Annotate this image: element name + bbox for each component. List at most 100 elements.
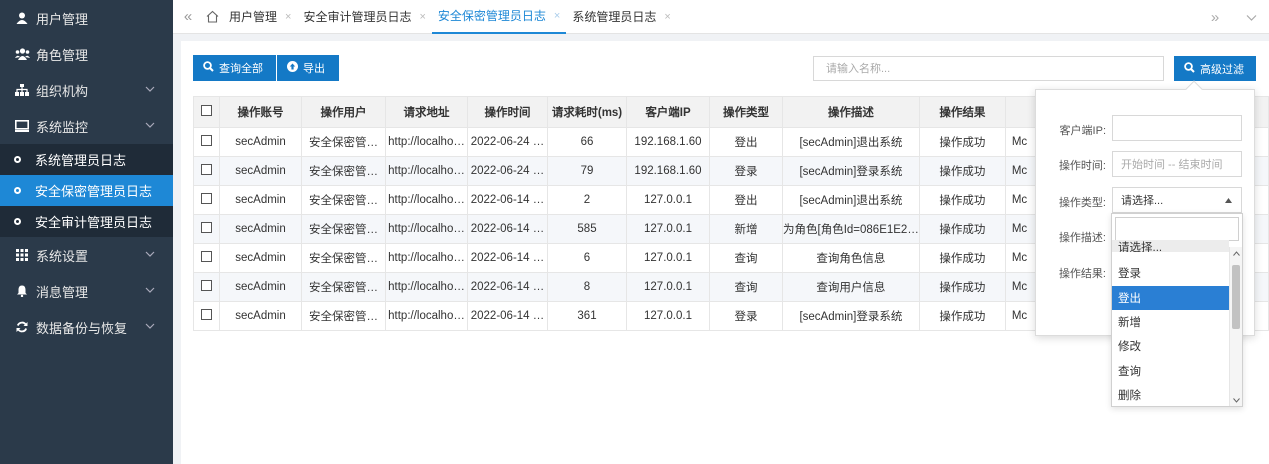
sidebar-item-message-management[interactable]: 消息管理 — [0, 273, 173, 309]
op-result-label: 操作结果: — [1058, 268, 1106, 280]
close-icon[interactable]: × — [664, 11, 670, 23]
tab-user-management[interactable]: 用户管理 × — [223, 0, 297, 34]
sidebar-item-role-management[interactable]: 角色管理 — [0, 36, 173, 72]
table-cell: 127.0.0.1 — [626, 243, 710, 273]
table-cell: 安全保密管… — [301, 156, 386, 186]
advanced-filter-button[interactable]: 高级过滤 — [1174, 56, 1256, 81]
op-type-select[interactable]: 请选择... — [1112, 187, 1242, 213]
scroll-down-icon[interactable] — [1233, 398, 1240, 403]
dropdown-option[interactable]: 删除 — [1112, 383, 1229, 406]
table-cell: 登录 — [709, 156, 783, 186]
column-header[interactable]: 操作账号 — [219, 96, 302, 128]
close-icon[interactable]: × — [554, 10, 560, 22]
circle-icon — [14, 187, 21, 194]
table-cell: http://localho… — [385, 127, 468, 157]
table-cell: secAdmin — [219, 214, 302, 244]
row-select-cell[interactable] — [193, 243, 220, 273]
select-all-checkbox[interactable] — [201, 105, 212, 116]
column-header[interactable]: 操作用户 — [301, 96, 386, 128]
table-cell: 192.168.1.60 — [626, 156, 710, 186]
row-select-cell[interactable] — [193, 185, 220, 215]
dropdown-option[interactable]: 请选择... — [1112, 240, 1229, 252]
table-cell: 127.0.0.1 — [626, 272, 710, 302]
row-checkbox[interactable] — [201, 309, 212, 320]
tab-sysadmin-log[interactable]: 系统管理员日志 × — [566, 0, 676, 34]
client-ip-field[interactable] — [1112, 115, 1242, 141]
option-label: 登出 — [1118, 293, 1141, 305]
row-checkbox[interactable] — [201, 164, 212, 175]
tab-bar: « 用户管理 × 安全审计管理员日志 × 安全保密管理员日志 × 系统管理员日志 × » — [173, 0, 1269, 34]
op-desc-label: 操作描述: — [1058, 232, 1106, 244]
sidebar-item-organization[interactable]: 组织机构 — [0, 72, 173, 108]
dropdown-option[interactable]: 登录 — [1112, 261, 1229, 285]
table-cell: 安全保密管… — [301, 185, 386, 215]
sidebar-item-label: 消息管理 — [36, 284, 89, 300]
home-icon[interactable] — [201, 10, 223, 23]
table-cell: secAdmin — [219, 301, 302, 331]
users-icon — [14, 46, 30, 62]
op-time-placeholder: 开始时间 -- 结束时间 — [1121, 159, 1223, 171]
scroll-right-icon[interactable]: » — [1197, 9, 1233, 26]
column-header[interactable]: 操作时间 — [467, 96, 548, 128]
row-checkbox[interactable] — [201, 193, 212, 204]
table-cell: http://localho… — [385, 272, 468, 302]
sidebar-item-system-settings[interactable]: 系统设置 — [0, 237, 173, 273]
row-checkbox[interactable] — [201, 135, 212, 146]
sidebar-subitem-auditadmin-log[interactable]: 安全审计管理员日志 — [0, 206, 173, 237]
dropdown-search-input[interactable] — [1115, 217, 1239, 241]
select-all-cell[interactable] — [193, 96, 220, 128]
table-cell: http://localho… — [385, 214, 468, 244]
sidebar-item-backup-restore[interactable]: 数据备份与恢复 — [0, 309, 173, 345]
scroll-left-icon[interactable]: « — [177, 8, 199, 25]
sidebar-item-system-monitor[interactable]: 系统监控 — [0, 108, 173, 144]
user-icon — [14, 10, 30, 26]
sidebar-subitem-sysadmin-log[interactable]: 系统管理员日志 — [0, 144, 173, 175]
dropdown-scrollbar[interactable] — [1229, 247, 1242, 406]
dropdown-option[interactable]: 修改 — [1112, 334, 1229, 358]
sidebar-item-label: 用户管理 — [36, 11, 89, 27]
table-cell: 操作成功 — [918, 272, 1006, 302]
dropdown-option-highlighted[interactable]: 登出 — [1112, 286, 1229, 310]
scrollbar-thumb[interactable] — [1232, 265, 1240, 329]
chevron-down-icon[interactable] — [1233, 9, 1269, 26]
op-type-dropdown: 请选择... 登录 登出 新增 修改 查询 删除 — [1111, 213, 1243, 407]
sidebar-item-label: 组织机构 — [36, 83, 89, 99]
tab-audit-admin-log[interactable]: 安全审计管理员日志 × — [297, 0, 431, 34]
row-checkbox[interactable] — [201, 280, 212, 291]
tab-label: 系统管理员日志 — [572, 10, 657, 24]
column-header[interactable]: 操作结果 — [918, 96, 1006, 128]
table-cell: 6 — [547, 243, 627, 273]
table-cell: secAdmin — [219, 243, 302, 273]
dropdown-option[interactable]: 查询 — [1112, 359, 1229, 383]
table-cell: secAdmin — [219, 272, 302, 302]
monitor-icon — [14, 118, 30, 134]
column-header[interactable]: 请求耗时(ms) — [547, 96, 627, 128]
chevron-down-icon — [145, 86, 155, 92]
scroll-up-icon[interactable] — [1233, 251, 1240, 256]
search-input[interactable] — [813, 56, 1164, 81]
row-select-cell[interactable] — [193, 272, 220, 302]
row-select-cell[interactable] — [193, 156, 220, 186]
refresh-icon — [14, 319, 30, 335]
close-icon[interactable]: × — [419, 11, 425, 23]
row-checkbox[interactable] — [201, 251, 212, 262]
row-select-cell[interactable] — [193, 301, 220, 331]
sidebar-item-user-management[interactable]: 用户管理 — [0, 0, 173, 36]
column-header[interactable]: 操作类型 — [709, 96, 783, 128]
column-header[interactable]: 请求地址 — [385, 96, 468, 128]
tab-security-admin-log[interactable]: 安全保密管理员日志 × — [431, 0, 567, 34]
sidebar-subitem-secadmin-log[interactable]: 安全保密管理员日志 — [0, 175, 173, 206]
row-checkbox[interactable] — [201, 222, 212, 233]
table-cell: http://localho… — [385, 243, 468, 273]
row-select-cell[interactable] — [193, 127, 220, 157]
column-header[interactable]: 操作描述 — [782, 96, 920, 128]
row-select-cell[interactable] — [193, 214, 220, 244]
table-cell: 8 — [547, 272, 627, 302]
op-time-field[interactable]: 开始时间 -- 结束时间 — [1112, 151, 1242, 177]
query-all-button[interactable]: 查询全部 — [193, 55, 276, 81]
column-header[interactable]: 客户端IP — [626, 96, 710, 128]
export-button[interactable]: 导出 — [277, 55, 339, 81]
dropdown-option[interactable]: 新增 — [1112, 310, 1229, 334]
op-time-label: 操作时间: — [1058, 160, 1106, 172]
close-icon[interactable]: × — [285, 11, 291, 23]
